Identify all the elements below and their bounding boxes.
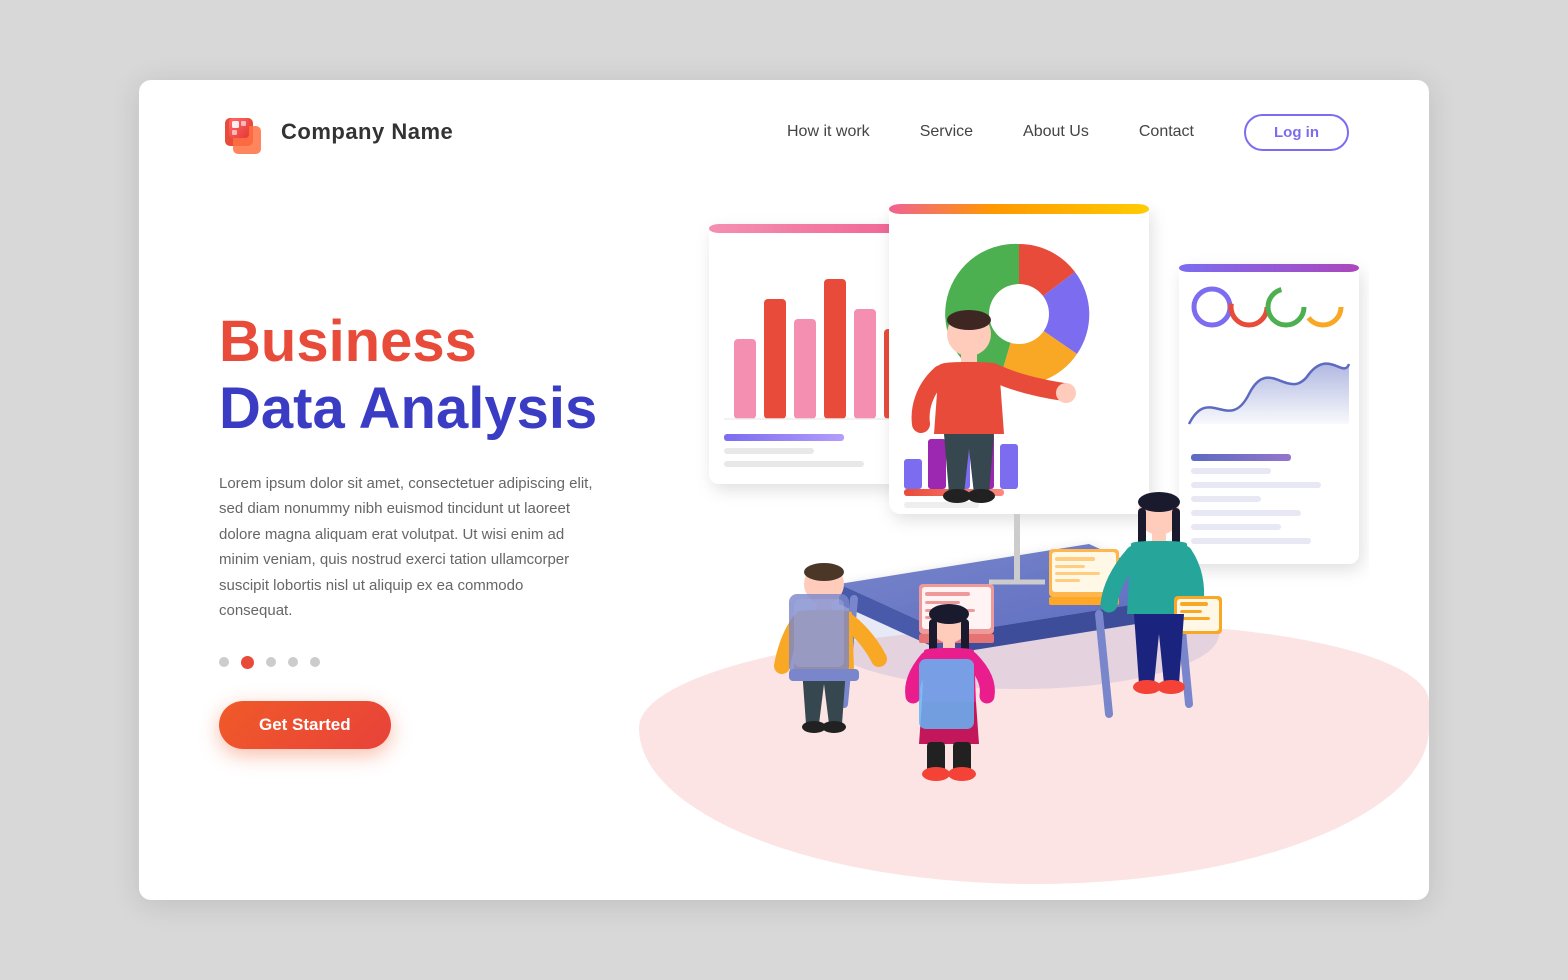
nav-about-us[interactable]: About Us	[1023, 123, 1089, 141]
logo-area: Company Name	[219, 108, 453, 156]
page-card: Company Name How it work Service About U…	[139, 80, 1429, 900]
isometric-scene	[669, 204, 1369, 824]
dot-3[interactable]	[288, 657, 298, 667]
dot-2[interactable]	[266, 657, 276, 667]
dot-4[interactable]	[310, 657, 320, 667]
carousel-dots	[219, 656, 699, 669]
hero-text: Business Data Analysis Lorem ipsum dolor…	[219, 309, 699, 748]
company-name-text: Company Name	[281, 119, 453, 145]
dot-1[interactable]	[241, 656, 254, 669]
hero-title-line2: Data Analysis	[219, 376, 699, 443]
header: Company Name How it work Service About U…	[139, 80, 1429, 184]
nav-contact[interactable]: Contact	[1139, 123, 1194, 141]
nav-how-it-work[interactable]: How it work	[787, 123, 870, 141]
hero-section: Business Data Analysis Lorem ipsum dolor…	[139, 184, 1429, 854]
main-nav: How it work Service About Us Contact Log…	[787, 114, 1349, 151]
nav-service[interactable]: Service	[920, 123, 973, 141]
login-button[interactable]: Log in	[1244, 114, 1349, 151]
hero-description: Lorem ipsum dolor sit amet, consectetuer…	[219, 471, 599, 624]
get-started-button[interactable]: Get Started	[219, 701, 391, 749]
hero-illustration	[699, 204, 1349, 854]
logo-icon	[219, 108, 267, 156]
hero-title: Business Data Analysis	[219, 309, 699, 442]
hero-title-line1: Business	[219, 309, 699, 376]
dot-0[interactable]	[219, 657, 229, 667]
